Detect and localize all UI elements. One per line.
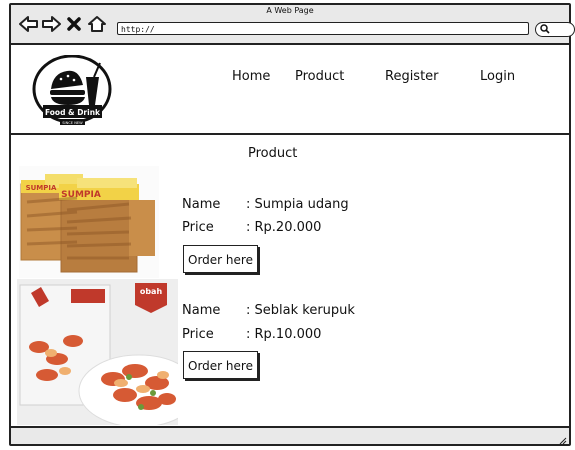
back-arrow-icon[interactable] bbox=[19, 15, 39, 37]
product-name-label: Name bbox=[182, 303, 221, 318]
section-title: Product bbox=[248, 146, 298, 161]
product-name-label: Name bbox=[182, 197, 221, 212]
home-icon[interactable] bbox=[87, 15, 107, 37]
product-price-value: : Rp.20.000 bbox=[246, 220, 322, 235]
order-button-sumpia[interactable]: Order here bbox=[183, 245, 258, 273]
address-bar[interactable]: http:// bbox=[117, 22, 529, 35]
close-x-icon[interactable] bbox=[66, 16, 82, 36]
resize-handle-icon[interactable] bbox=[559, 430, 567, 449]
nav-login[interactable]: Login bbox=[480, 69, 515, 84]
package-label-back: SUMPIA bbox=[26, 184, 57, 192]
search-field[interactable] bbox=[535, 22, 575, 37]
browser-window: A Web Page http:// Food & Drink SINCE NE… bbox=[9, 3, 575, 446]
window-title: A Web Page bbox=[266, 6, 314, 15]
site-logo[interactable]: Food & Drink SINCE NEW bbox=[31, 54, 113, 133]
product-name-value: : Seblak kerupuk bbox=[246, 303, 355, 318]
search-icon bbox=[540, 24, 550, 34]
logo-text: Food & Drink bbox=[45, 108, 101, 117]
product-price-value: : Rp.10.000 bbox=[246, 327, 322, 342]
order-button-seblak[interactable]: Order here bbox=[183, 351, 258, 379]
forward-arrow-icon[interactable] bbox=[41, 15, 61, 37]
product-name-value: : Sumpia udang bbox=[246, 197, 349, 212]
nav-register[interactable]: Register bbox=[385, 69, 439, 84]
product-price-label: Price bbox=[182, 220, 214, 235]
logo-tagline: SINCE NEW bbox=[62, 121, 83, 125]
product-image-sumpia: SUMPIA SUMPIA bbox=[19, 166, 159, 278]
nav-product[interactable]: Product bbox=[295, 69, 344, 84]
brand-label: obah bbox=[140, 287, 163, 296]
nav-home[interactable]: Home bbox=[232, 69, 270, 84]
product-image-seblak: obah bbox=[17, 279, 200, 428]
status-bar bbox=[11, 426, 569, 445]
package-label: SUMPIA bbox=[61, 190, 101, 200]
site-header: Food & Drink SINCE NEW Home Product Regi… bbox=[11, 43, 569, 135]
product-price-label: Price bbox=[182, 327, 214, 342]
browser-toolbar: A Web Page http:// bbox=[11, 5, 575, 45]
